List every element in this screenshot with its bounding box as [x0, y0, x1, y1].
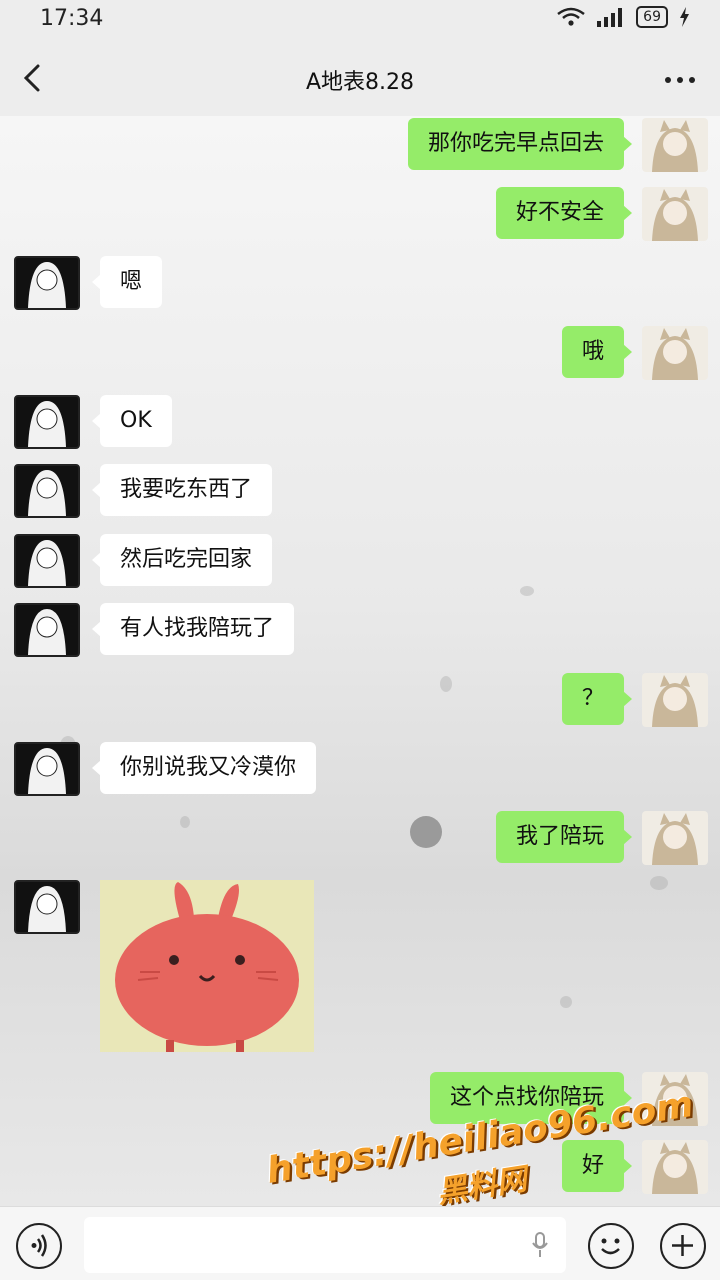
- contact-avatar[interactable]: [14, 534, 80, 588]
- my-avatar[interactable]: [642, 811, 708, 865]
- add-more-button[interactable]: [660, 1223, 706, 1269]
- message-bubble[interactable]: OK: [92, 395, 172, 447]
- smiley-icon: [601, 1238, 620, 1255]
- status-icons: 69: [556, 6, 690, 28]
- message-bubble[interactable]: 我了陪玩: [495, 811, 633, 863]
- input-bar: [0, 1206, 720, 1280]
- contact-avatar[interactable]: [14, 395, 80, 449]
- status-time: 17:34: [40, 6, 104, 31]
- wifi-icon: [557, 7, 585, 26]
- chat-title: A地表8.28: [305, 70, 415, 95]
- raindrop-decoration: [520, 586, 534, 596]
- contact-avatar[interactable]: [14, 742, 80, 796]
- message-bubble[interactable]: 那你吃完早点回去: [407, 118, 633, 170]
- message-bubble[interactable]: 有人找我陪玩了: [91, 603, 295, 655]
- my-avatar[interactable]: [642, 326, 708, 380]
- voice-mode-button[interactable]: [16, 1223, 62, 1269]
- raindrop-decoration: [560, 996, 572, 1008]
- microphone-icon[interactable]: [530, 1231, 550, 1259]
- message-bubble[interactable]: ？: [561, 673, 633, 725]
- emoji-button[interactable]: [588, 1223, 634, 1269]
- raindrop-decoration: [180, 816, 190, 828]
- my-avatar[interactable]: [642, 118, 708, 172]
- contact-avatar[interactable]: [14, 464, 80, 518]
- message-input[interactable]: [84, 1217, 566, 1273]
- battery-icon: 69: [636, 6, 668, 28]
- contact-avatar[interactable]: [14, 880, 80, 934]
- message-bubble[interactable]: 然后吃完回家: [91, 534, 273, 586]
- message-bubble[interactable]: 你别说我又冷漠你: [91, 742, 317, 794]
- charging-icon: [680, 7, 689, 27]
- message-bubble[interactable]: 我要吃东西了: [91, 464, 273, 516]
- signal-icon: [597, 8, 623, 27]
- message-bubble[interactable]: 哦: [561, 326, 633, 378]
- plus-icon: [672, 1235, 693, 1256]
- raindrop-decoration: [440, 676, 452, 692]
- contact-avatar[interactable]: [14, 603, 80, 657]
- pink-bunny-sticker[interactable]: [100, 880, 314, 1052]
- more-options-icon[interactable]: [660, 68, 700, 92]
- message-bubble[interactable]: 嗯: [91, 256, 163, 308]
- status-bar: 17:34 69: [0, 0, 720, 40]
- voice-icon: [31, 1234, 47, 1257]
- grey-dot-decoration: [410, 816, 442, 848]
- raindrop-decoration: [650, 876, 668, 890]
- my-avatar[interactable]: [642, 187, 708, 241]
- contact-avatar[interactable]: [14, 256, 80, 310]
- chat-header: A地表8.28: [0, 40, 720, 116]
- my-avatar[interactable]: [642, 673, 708, 727]
- message-bubble[interactable]: 好不安全: [495, 187, 633, 239]
- chat-area[interactable]: 那你吃完早点回去 好不安全 嗯 哦 OK 我要吃东西了 然后吃完回家 有人找我陪…: [0, 116, 720, 1206]
